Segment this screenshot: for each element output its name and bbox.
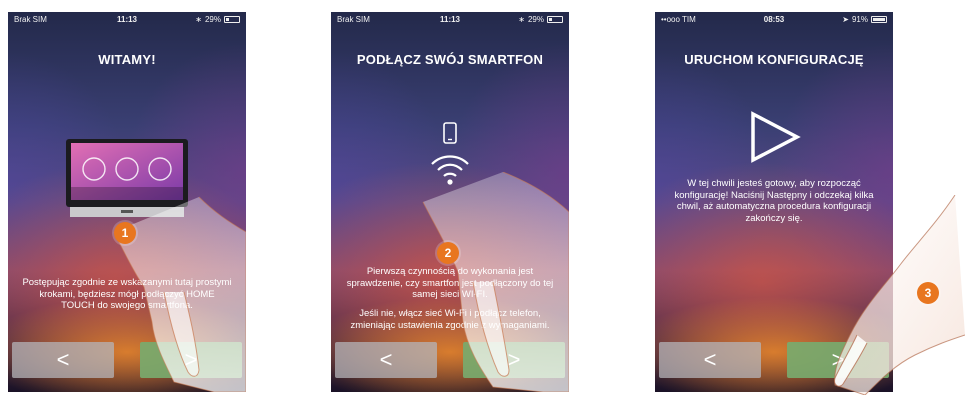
instruction-text: Pierwszą czynnością do wykonania jest sp…	[346, 266, 554, 300]
chevron-right-icon: >	[184, 347, 198, 372]
next-button[interactable]: >	[787, 342, 889, 378]
step-badge: 1	[114, 222, 136, 244]
battery-icon	[224, 15, 240, 23]
status-bar: ••ooo TIM 08:53 ➤ 91%	[655, 12, 893, 26]
status-bar: Brak SIM 11:13 ∗ 29%	[331, 12, 569, 26]
chevron-right-icon: >	[507, 347, 521, 372]
smartphone-icon	[443, 122, 457, 144]
instruction-text: W tej chwili jesteś gotowy, aby rozpoczą…	[674, 178, 874, 224]
chevron-left-icon: <	[379, 347, 393, 372]
previous-button[interactable]: <	[335, 342, 437, 378]
wifi-icon	[431, 155, 469, 185]
chevron-left-icon: <	[703, 347, 717, 372]
clock: 11:13	[439, 14, 461, 24]
instruction-text-secondary: Jeśli nie, włącz sieć Wi-Fi i podłącz te…	[350, 308, 550, 331]
previous-button[interactable]: <	[12, 342, 114, 378]
status-bar: Brak SIM 11:13 ∗ 29%	[8, 12, 246, 26]
battery-icon	[547, 15, 563, 23]
clock: 08:53	[763, 14, 785, 24]
next-button[interactable]: >	[140, 342, 242, 378]
phone-screen-welcome: Brak SIM 11:13 ∗ 29% WITAMY! Postępując …	[8, 12, 246, 392]
screen-title: WITAMY!	[98, 52, 156, 67]
clock: 11:13	[116, 14, 138, 24]
step-badge: 2	[437, 242, 459, 264]
next-button[interactable]: >	[463, 342, 565, 378]
instruction-text: Postępując zgodnie ze wskazanymi tutaj p…	[22, 277, 232, 311]
chevron-left-icon: <	[56, 347, 70, 372]
phone-screen-connect: Brak SIM 11:13 ∗ 29% PODŁĄCZ SWÓJ SMARTF…	[331, 12, 569, 392]
previous-button[interactable]: <	[659, 342, 761, 378]
phone-screen-start-config: ••ooo TIM 08:53 ➤ 91% URUCHOM KONFIGURAC…	[655, 12, 893, 392]
home-touch-device-icon	[66, 139, 188, 217]
play-icon	[751, 111, 801, 163]
battery-icon	[871, 15, 887, 23]
step-badge: 3	[917, 282, 939, 304]
chevron-right-icon: >	[831, 347, 845, 372]
screen-title: PODŁĄCZ SWÓJ SMARTFON	[356, 52, 544, 67]
screen-title: URUCHOM KONFIGURACJĘ	[684, 52, 864, 67]
